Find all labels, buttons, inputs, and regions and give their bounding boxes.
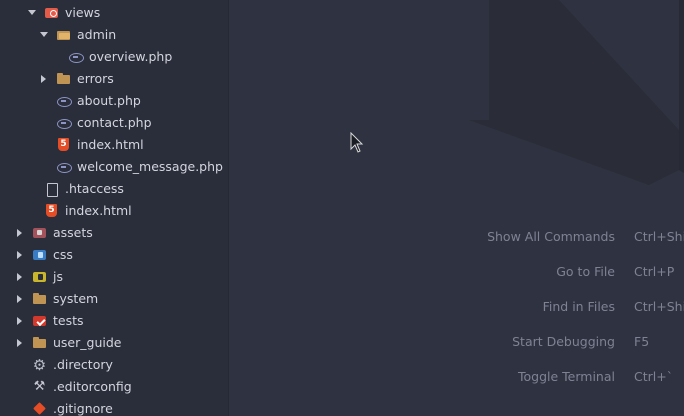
tree-item-css[interactable]: css [0, 244, 228, 266]
chevron-right-icon[interactable] [15, 250, 25, 260]
folder-icon [32, 292, 47, 306]
editorconfig-icon: ⚒ [33, 379, 46, 394]
tree-item-label: index.html [77, 137, 144, 152]
tree-item-index-html[interactable]: 5 index.html [0, 134, 228, 156]
tree-item-admin[interactable]: admin [0, 24, 228, 46]
shortcut-label: Go to File [556, 264, 615, 279]
tree-item-label: assets [53, 225, 93, 240]
file-explorer: views admin overview.php errors about.ph… [0, 0, 229, 416]
chevron-right-icon[interactable] [15, 316, 25, 326]
chevron-right-icon[interactable] [15, 294, 25, 304]
assets-folder-icon [32, 226, 47, 240]
chevron-down-icon[interactable] [27, 8, 37, 18]
php-file-icon [68, 50, 84, 64]
shortcut-label: Toggle Terminal [518, 369, 615, 384]
tree-item-label: .editorconfig [53, 379, 132, 394]
git-icon [32, 402, 47, 416]
tests-folder-icon [32, 314, 47, 328]
shortcut-label: Show All Commands [487, 229, 615, 244]
shortcut-key: F5 [634, 334, 650, 349]
tree-item-label: tests [53, 313, 84, 328]
php-file-icon [56, 160, 72, 174]
js-folder-icon [32, 270, 47, 284]
views-folder-icon [44, 6, 59, 20]
tree-item-label: index.html [65, 203, 132, 218]
tree-item-label: errors [77, 71, 114, 86]
shortcut-toggle-terminal: Toggle Terminal Ctrl+` [229, 369, 684, 389]
tree-item-label: js [53, 269, 63, 284]
tree-item-label: user_guide [53, 335, 122, 350]
tree-item-htaccess[interactable]: .htaccess [0, 178, 228, 200]
tree-item-welcome-message-php[interactable]: welcome_message.php [0, 156, 228, 178]
shortcut-show-all-commands: Show All Commands Ctrl+Shif [229, 229, 684, 249]
editor-empty-state: Show All Commands Ctrl+Shif Go to File C… [229, 0, 684, 416]
tree-item-label: views [65, 5, 101, 20]
vscode-logo-watermark-icon [469, 0, 684, 185]
shortcut-label: Start Debugging [512, 334, 615, 349]
php-file-icon [56, 94, 72, 108]
tree-item-label: welcome_message.php [77, 159, 223, 174]
tree-item-label: .directory [53, 357, 113, 372]
tree-item-directory[interactable]: ⚙ .directory [0, 354, 228, 376]
shortcut-go-to-file: Go to File Ctrl+P [229, 264, 684, 284]
tree-item-assets[interactable]: assets [0, 222, 228, 244]
tree-item-label: css [53, 247, 73, 262]
tree-item-js[interactable]: js [0, 266, 228, 288]
tree-item-label: about.php [77, 93, 141, 108]
tree-item-contact-php[interactable]: contact.php [0, 112, 228, 134]
tree-item-label: .htaccess [65, 181, 124, 196]
tree-item-label: contact.php [77, 115, 152, 130]
folder-icon [32, 336, 47, 350]
tree-item-index-html[interactable]: 5 index.html [0, 200, 228, 222]
tree-item-gitignore[interactable]: .gitignore [0, 398, 228, 416]
tree-item-errors[interactable]: errors [0, 68, 228, 90]
css-folder-icon [32, 248, 47, 262]
shortcut-key: Ctrl+Shif [634, 229, 684, 244]
chevron-right-icon[interactable] [15, 272, 25, 282]
folder-icon [56, 72, 71, 86]
tree-item-user-guide[interactable]: user_guide [0, 332, 228, 354]
folder-open-icon [56, 28, 71, 42]
file-icon [44, 182, 59, 197]
php-file-icon [56, 116, 72, 130]
shortcut-key: Ctrl+` [634, 369, 673, 384]
tree-item-views[interactable]: views [0, 2, 228, 24]
tree-item-label: system [53, 291, 99, 306]
chevron-right-icon[interactable] [15, 228, 25, 238]
chevron-right-icon[interactable] [39, 74, 49, 84]
shortcut-label: Find in Files [542, 299, 615, 314]
shortcut-start-debugging: Start Debugging F5 [229, 334, 684, 354]
tree-item-label: overview.php [89, 49, 173, 64]
tree-item-overview-php[interactable]: overview.php [0, 46, 228, 68]
tree-item-label: .gitignore [53, 401, 113, 416]
gear-icon: ⚙ [32, 356, 47, 374]
shortcut-key: Ctrl+Shif [634, 299, 684, 314]
tree-item-system[interactable]: system [0, 288, 228, 310]
html5-file-icon: 5 [58, 138, 69, 151]
tree-item-editorconfig[interactable]: ⚒ .editorconfig [0, 376, 228, 398]
mouse-cursor-icon [350, 132, 364, 153]
shortcut-key: Ctrl+P [634, 264, 675, 279]
chevron-right-icon[interactable] [15, 338, 25, 348]
tree-item-tests[interactable]: tests [0, 310, 228, 332]
chevron-down-icon[interactable] [39, 30, 49, 40]
tree-item-label: admin [77, 27, 117, 42]
tree-item-about-php[interactable]: about.php [0, 90, 228, 112]
html5-file-icon: 5 [46, 204, 57, 217]
shortcut-find-in-files: Find in Files Ctrl+Shif [229, 299, 684, 319]
